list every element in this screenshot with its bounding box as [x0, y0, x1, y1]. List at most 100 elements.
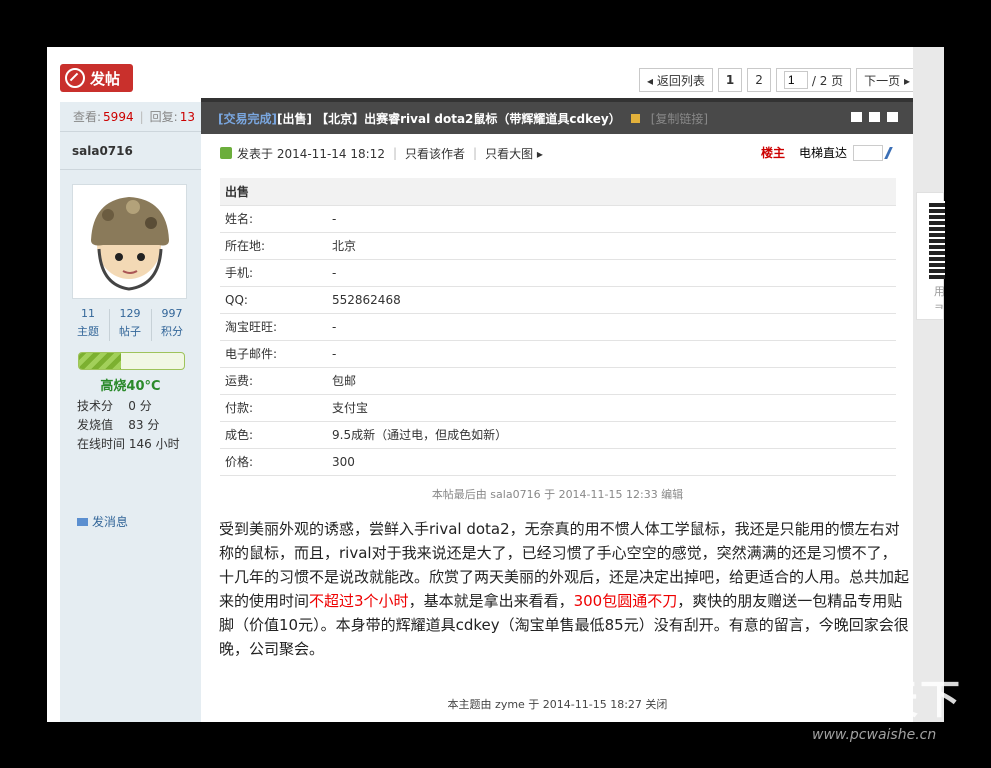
trade-value: 9.5成新（通过电，但成色如新）	[327, 421, 896, 449]
new-post-button[interactable]: 发帖	[60, 64, 133, 92]
online-status-icon	[220, 147, 232, 159]
next-thread-icon[interactable]	[887, 112, 898, 122]
heat-progress-fill	[79, 353, 121, 369]
qr-code-icon	[929, 201, 945, 279]
table-row: 付款: 支付宝	[220, 394, 896, 422]
credits-stat[interactable]: 997 积分	[152, 307, 192, 339]
new-post-label: 发帖	[90, 69, 121, 88]
trade-key: 价格:	[220, 448, 327, 476]
trade-value: 300	[327, 448, 896, 476]
posts-label: 帖子	[119, 325, 141, 338]
tech-score: 技术分 0 分	[77, 397, 152, 414]
trade-key: 成色:	[220, 421, 327, 449]
post-text-2: ，基本就是拿出来看看，	[408, 592, 574, 610]
elevator-input[interactable]	[853, 144, 884, 161]
online-time: 在线时间 146 小时	[77, 435, 180, 452]
post-body: 受到美丽外观的诱惑，尝鲜入手rival dota2，无奈真的用不惯人体工学鼠标，…	[219, 517, 909, 661]
thread-stats: 查看: 5994 | 回复: 13	[60, 102, 201, 132]
author-name[interactable]: sala0716	[60, 132, 201, 170]
copy-link-button[interactable]: [复制链接]	[651, 110, 708, 127]
trade-value: 北京	[327, 232, 896, 260]
user-rank: 高烧40°C	[100, 379, 161, 394]
trade-key: 所在地:	[220, 232, 327, 260]
only-author-link[interactable]: 只看该作者	[405, 145, 465, 162]
trade-value: 支付宝	[327, 394, 896, 422]
table-row: 电子邮件: -	[220, 340, 896, 368]
table-row: 价格: 300	[220, 448, 896, 476]
page-total: / 2 页	[811, 73, 844, 88]
page-2-button[interactable]: 2	[747, 68, 771, 92]
trade-key: 电子邮件:	[220, 340, 327, 368]
views-label: 查看:	[73, 110, 102, 124]
table-row: 淘宝旺旺: -	[220, 313, 896, 341]
credits-label: 积分	[161, 325, 183, 338]
envelope-icon	[77, 517, 88, 526]
fever-score: 发烧值 83 分	[77, 416, 159, 433]
posts-stat[interactable]: 129 帖子	[110, 307, 150, 339]
edit-note: 本帖最后由 sala0716 于 2014-11-15 12:33 编辑	[431, 488, 684, 501]
page-1-button[interactable]: 1	[717, 68, 743, 92]
post-highlight-2: 300包圆通不刀	[573, 592, 678, 610]
print-icon[interactable]	[851, 112, 862, 122]
trade-key: 姓名:	[220, 205, 327, 233]
table-row: 运费: 包邮	[220, 367, 896, 395]
online-value: 146 小时	[128, 437, 180, 451]
online-label: 在线时间	[77, 437, 126, 451]
qr-text-1: 用	[934, 285, 945, 298]
elevator-label: 电梯直达	[799, 146, 848, 160]
watermark-url: www.pcwaishe.cn	[812, 727, 937, 743]
next-page-button[interactable]: 下一页 ▸	[856, 68, 918, 92]
page-frame: 发帖 ◂ 返回列表 1 2 / 2 页 下一页 ▸ 查看: 5994 | 回复:…	[47, 47, 944, 722]
trade-value: 包邮	[327, 367, 896, 395]
trade-key: 付款:	[220, 394, 327, 422]
table-row: 成色: 9.5成新（通过电，但成色如新）	[220, 421, 896, 449]
prev-thread-icon[interactable]	[869, 112, 880, 122]
post-highlight-1: 不超过3个小时	[309, 592, 409, 610]
floor-label: 楼主	[761, 146, 786, 160]
trade-value: -	[327, 313, 896, 341]
trade-key: 淘宝旺旺:	[220, 313, 327, 341]
pager: ◂ 返回列表 1 2 / 2 页 下一页 ▸	[634, 68, 918, 92]
send-message-label: 发消息	[92, 515, 129, 529]
floor-tools: 楼主 电梯直达	[761, 144, 900, 161]
views-count: 5994	[103, 109, 134, 124]
right-gutter	[913, 47, 944, 722]
edit-icon	[65, 68, 85, 88]
table-row: QQ: 552862468	[220, 286, 896, 314]
trade-value: 552862468	[327, 286, 896, 314]
table-row: 姓名: -	[220, 205, 896, 233]
fever-value: 83 分	[128, 418, 160, 432]
post-meta: 发表于 2014-11-14 18:12 | 只看该作者 | 只看大图 ▸	[220, 144, 543, 162]
thread-tag[interactable]: [交易完成]	[218, 110, 277, 127]
author-sidebar: 查看: 5994 | 回复: 13 sala0716 11 主题 129 帖子	[60, 102, 201, 722]
posts-count: 129	[119, 307, 141, 320]
qr-text-2: ᄏ	[934, 303, 945, 316]
trade-value: -	[327, 340, 896, 368]
jump-icon[interactable]	[884, 146, 900, 159]
avatar[interactable]	[72, 184, 187, 299]
threads-label: 主题	[77, 325, 99, 338]
tech-label: 技术分	[77, 399, 114, 413]
page-jump-input[interactable]	[783, 71, 808, 89]
replies-count: 13	[179, 109, 195, 124]
post-date: 发表于 2014-11-14 18:12	[237, 146, 385, 161]
table-row: 手机: -	[220, 259, 896, 287]
back-to-list-button[interactable]: ◂ 返回列表	[639, 68, 713, 92]
trade-value: -	[327, 205, 896, 233]
fever-label: 发烧值	[77, 418, 114, 432]
big-image-link[interactable]: 只看大图 ▸	[485, 145, 543, 162]
table-row: 所在地: 北京	[220, 232, 896, 260]
qr-panel[interactable]: 用 ᄏ	[916, 192, 945, 320]
trade-key: 运费:	[220, 367, 327, 395]
lock-icon	[630, 113, 640, 123]
threads-stat[interactable]: 11 主题	[68, 307, 108, 339]
replies-label: 回复:	[149, 110, 178, 124]
watermark-logo: 外设天下	[794, 677, 962, 723]
send-message-link[interactable]: 发消息	[77, 513, 128, 530]
page-jump: / 2 页	[775, 68, 852, 92]
thread-title: [出售] 【北京】出赛睿rival dota2鼠标（带辉耀道具cdkey）	[276, 111, 621, 126]
trade-header: 出售	[220, 178, 896, 206]
heat-progress-bar	[78, 352, 185, 370]
threads-count: 11	[81, 307, 95, 320]
credits-count: 997	[161, 307, 183, 320]
